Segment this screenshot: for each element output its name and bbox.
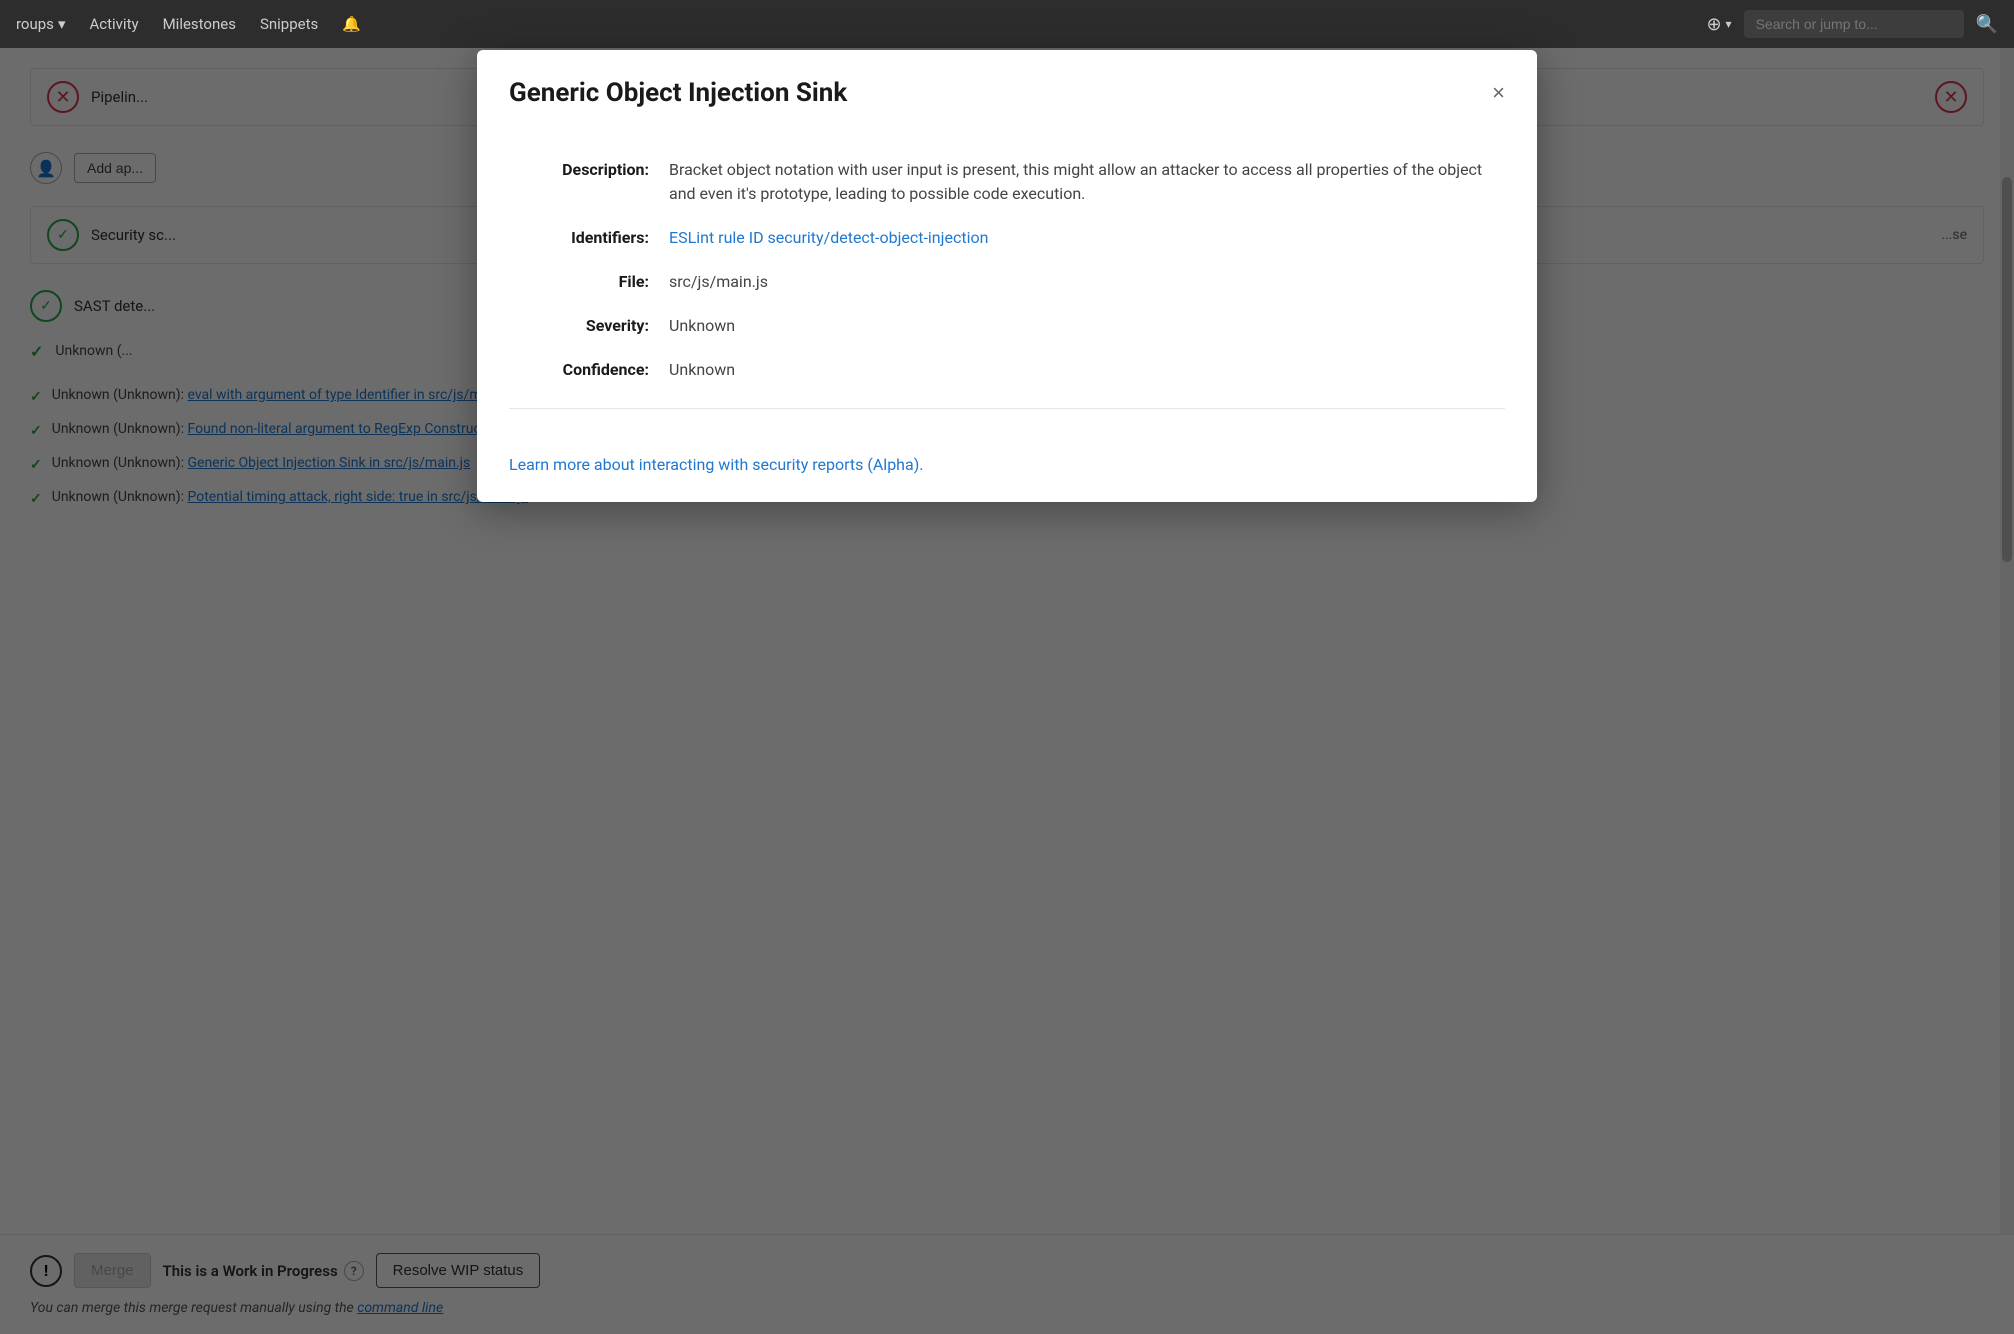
modal-title: Generic Object Injection Sink xyxy=(509,78,847,108)
confidence-label: Confidence: xyxy=(509,348,669,392)
search-icon: 🔍 xyxy=(1976,14,1998,34)
description-label: Description: xyxy=(509,148,669,216)
modal-close-button[interactable]: × xyxy=(1492,82,1505,104)
nav-items: roups ▾ Activity Milestones Snippets 🔔 xyxy=(16,15,361,33)
nav-milestones-label: Milestones xyxy=(163,15,236,33)
nav-right: ⊕ ▾ 🔍 xyxy=(1706,10,1998,38)
severity-label: Severity: xyxy=(509,304,669,348)
description-value: Bracket object notation with user input … xyxy=(669,148,1505,216)
search-input[interactable] xyxy=(1744,10,1964,38)
learn-more-link[interactable]: Learn more about interacting with securi… xyxy=(509,455,923,474)
modal-body: Description: Bracket object notation wit… xyxy=(477,128,1537,455)
identifiers-value: ESLint rule ID security/detect-object-in… xyxy=(669,216,1505,260)
nav-groups-label: roups xyxy=(16,15,54,33)
identifiers-row: Identifiers: ESLint rule ID security/det… xyxy=(509,216,1505,260)
plus-icon: ⊕ xyxy=(1706,14,1721,35)
modal-footer: Learn more about interacting with securi… xyxy=(477,455,1537,502)
nav-notifications[interactable]: 🔔 xyxy=(342,15,361,33)
nav-groups[interactable]: roups ▾ xyxy=(16,15,65,33)
nav-snippets[interactable]: Snippets xyxy=(260,15,318,33)
chevron-down-icon: ▾ xyxy=(58,15,66,33)
description-row: Description: Bracket object notation wit… xyxy=(509,148,1505,216)
severity-value: Unknown xyxy=(669,304,1505,348)
file-value: src/js/main.js xyxy=(669,260,1505,304)
identifiers-link[interactable]: ESLint rule ID security/detect-object-in… xyxy=(669,228,988,247)
modal-dialog: Generic Object Injection Sink × Descript… xyxy=(477,50,1537,502)
nav-activity-label: Activity xyxy=(89,15,138,33)
chevron-down-icon-2: ▾ xyxy=(1726,17,1732,31)
plus-button[interactable]: ⊕ ▾ xyxy=(1706,14,1731,35)
confidence-row: Confidence: Unknown xyxy=(509,348,1505,392)
confidence-value: Unknown xyxy=(669,348,1505,392)
top-nav: roups ▾ Activity Milestones Snippets 🔔 ⊕… xyxy=(0,0,2014,48)
nav-snippets-label: Snippets xyxy=(260,15,318,33)
bell-icon: 🔔 xyxy=(342,15,361,33)
file-row: File: src/js/main.js xyxy=(509,260,1505,304)
nav-milestones[interactable]: Milestones xyxy=(163,15,236,33)
nav-activity[interactable]: Activity xyxy=(89,15,138,33)
search-button[interactable]: 🔍 xyxy=(1976,14,1998,35)
modal-header: Generic Object Injection Sink × xyxy=(477,50,1537,128)
file-label: File: xyxy=(509,260,669,304)
severity-row: Severity: Unknown xyxy=(509,304,1505,348)
detail-table: Description: Bracket object notation wit… xyxy=(509,148,1505,392)
identifiers-label: Identifiers: xyxy=(509,216,669,260)
modal-divider xyxy=(509,408,1505,409)
